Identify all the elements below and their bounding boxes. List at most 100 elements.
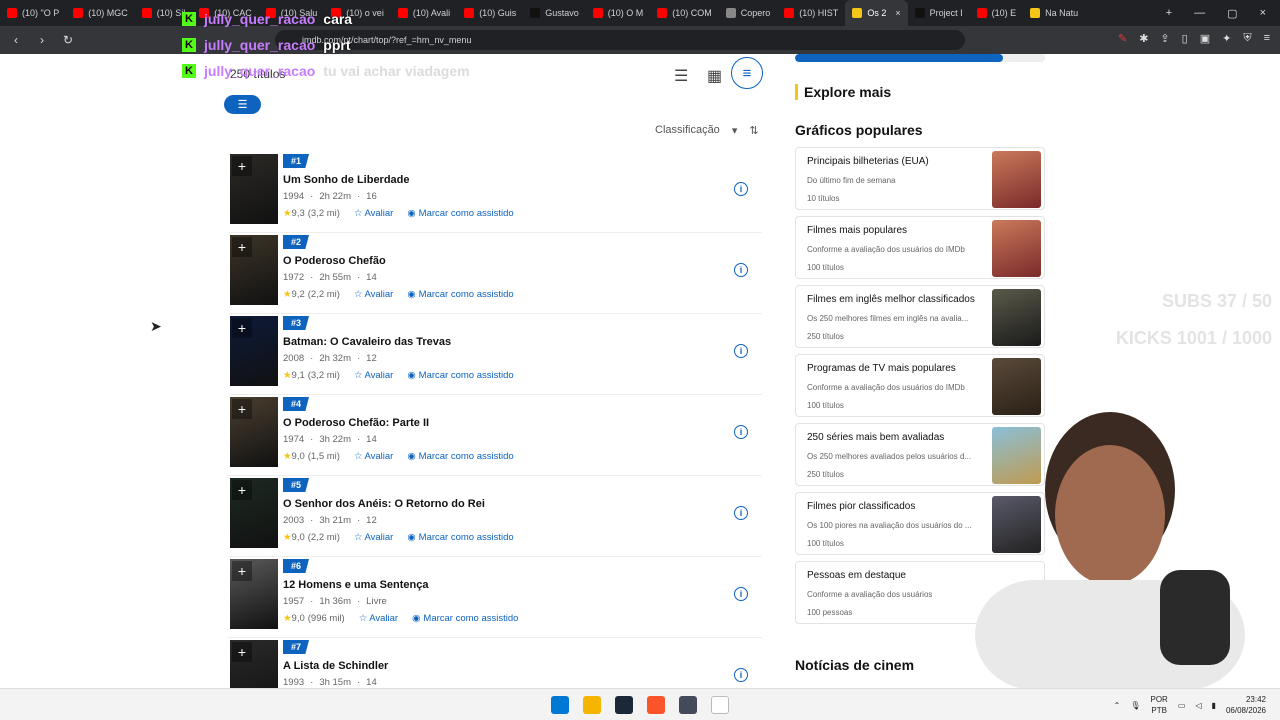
movie-poster[interactable]: + [230,478,278,548]
forward-icon[interactable]: › [32,33,52,47]
mark-watched-button[interactable]: ◉ Marcar como assistido [407,451,513,462]
list-view-icon[interactable]: ☰ [674,66,688,86]
wallet-icon[interactable]: ▣ [1200,32,1210,45]
tab-favicon-icon [530,8,541,18]
movie-title[interactable]: Batman: O Cavaleiro das Trevas [283,336,451,348]
browser-tab[interactable]: Project I [908,0,970,26]
info-icon[interactable]: i [734,587,748,601]
extension-icon[interactable]: ✎ [1118,32,1127,45]
battery-icon[interactable]: ▮ [1212,701,1216,710]
share-icon[interactable]: ⇪ [1160,32,1169,45]
movie-title[interactable]: A Lista de Schindler [283,660,388,672]
mark-watched-button[interactable]: ◉ Marcar como assistido [407,532,513,543]
obs-icon[interactable] [679,695,697,714]
add-to-watchlist-icon[interactable]: + [232,318,252,338]
windows-start-icon[interactable] [551,695,569,714]
browser-tab[interactable]: Gustavo [523,0,586,26]
network-icon[interactable]: ▭ [1178,701,1186,710]
rate-button[interactable]: ☆ Avaliar [354,370,393,381]
new-tab-button[interactable]: + [1166,7,1172,20]
puzzle-icon[interactable]: ✱ [1139,32,1148,45]
star-icon: ★ [283,451,292,462]
browser-tab[interactable]: Os 2 × [845,0,908,26]
notepad-icon[interactable] [711,695,729,714]
progress-bar [795,54,1045,62]
mark-watched-button[interactable]: ◉ Marcar como assistido [407,370,513,381]
reload-icon[interactable]: ↻ [58,33,78,47]
chevron-up-icon[interactable]: ⌃ [1114,701,1121,710]
clock[interactable]: 23:42 06/08/2026 [1226,694,1266,716]
rate-button[interactable]: ☆ Avaliar [359,613,398,624]
mark-watched-button[interactable]: ◉ Marcar como assistido [407,208,513,219]
language-indicator[interactable]: POR PTB [1150,694,1167,716]
info-icon[interactable]: i [734,344,748,358]
movie-title[interactable]: Um Sonho de Liberdade [283,174,410,186]
add-to-watchlist-icon[interactable]: + [232,237,252,257]
movie-poster[interactable]: + [230,559,278,629]
filter-button[interactable]: ☰ [224,95,261,114]
ai-icon[interactable]: ✦ [1222,32,1231,45]
add-to-watchlist-icon[interactable]: + [232,156,252,176]
chart-card[interactable]: Principais bilheterias (EUA) Do último fi… [795,147,1045,210]
sidebar-icon[interactable]: ▯ [1182,32,1188,45]
tab-label: (10) O M [607,8,644,18]
system-tray: ⌃ 🎙 POR PTB ▭ ◁ ▮ 23:42 06/08/2026 [1114,694,1266,716]
movie-title[interactable]: O Senhor dos Anéis: O Retorno do Rei [283,498,485,510]
add-to-watchlist-icon[interactable]: + [232,642,252,662]
add-to-watchlist-icon[interactable]: + [232,561,252,581]
info-icon[interactable]: i [734,506,748,520]
tab-close-icon[interactable]: × [895,8,900,18]
brave-browser-icon[interactable] [647,695,665,714]
movie-poster[interactable]: + [230,316,278,386]
sort-order-icon[interactable]: ⇅ [749,124,758,137]
info-icon[interactable]: i [734,182,748,196]
browser-tab[interactable]: Na Natu [1023,0,1085,26]
browser-tab[interactable]: (10) HIST [777,0,845,26]
back-icon[interactable]: ‹ [6,33,26,47]
movie-title[interactable]: O Poderoso Chefão [283,255,386,267]
browser-tab[interactable]: (10) MGC [66,0,135,26]
chart-card[interactable]: Filmes em inglês melhor classificados Os … [795,285,1045,348]
chart-card[interactable]: Filmes mais populares Conforme a avaliaçã… [795,216,1045,279]
shield-icon[interactable]: ⛨ [1243,32,1251,45]
mark-watched-button[interactable]: ◉ Marcar como assistido [412,613,518,624]
compact-view-button[interactable]: ≡ [731,57,763,89]
filter-icon: ☰ [237,99,248,111]
rate-button[interactable]: ☆ Avaliar [354,208,393,219]
mic-icon[interactable]: 🎙 [1130,701,1140,710]
browser-tab[interactable]: (10) "O P [0,0,66,26]
sort-label: Classificação [655,124,720,136]
movie-poster[interactable]: + [230,397,278,467]
movie-poster[interactable]: + [230,154,278,224]
steam-icon[interactable] [615,695,633,714]
info-icon[interactable]: i [734,425,748,439]
watched-label: Marcar como assistido [423,613,519,624]
browser-menu-icon[interactable]: ≡ [1264,32,1270,45]
close-window-icon[interactable]: × [1260,7,1266,20]
grid-view-icon[interactable]: ▦ [707,66,722,86]
rate-button[interactable]: ☆ Avaliar [354,532,393,543]
maximize-icon[interactable]: ▢ [1227,7,1237,20]
rank-badge: #3 [283,316,310,330]
window-controls: + — ▢ × [1166,7,1280,20]
add-to-watchlist-icon[interactable]: + [232,480,252,500]
file-explorer-icon[interactable] [583,695,601,714]
browser-tab[interactable]: (10) E [970,0,1024,26]
info-icon[interactable]: i [734,668,748,682]
rate-button[interactable]: ☆ Avaliar [354,451,393,462]
sort-control[interactable]: Classificação ▾ ⇅ [655,124,759,137]
browser-tab[interactable]: (10) O M [586,0,651,26]
browser-tab[interactable]: (10) COM [650,0,719,26]
minimize-icon[interactable]: — [1194,7,1205,20]
mark-watched-button[interactable]: ◉ Marcar como assistido [407,289,513,300]
star-outline-icon: ☆ [358,613,368,624]
info-icon[interactable]: i [734,263,748,277]
browser-tab[interactable]: Copero [719,0,778,26]
watched-label: Marcar como assistido [418,532,514,543]
add-to-watchlist-icon[interactable]: + [232,399,252,419]
rate-button[interactable]: ☆ Avaliar [354,289,393,300]
movie-title[interactable]: O Poderoso Chefão: Parte II [283,417,429,429]
movie-poster[interactable]: + [230,235,278,305]
movie-title[interactable]: 12 Homens e uma Sentença [283,579,429,591]
volume-icon[interactable]: ◁ [1195,701,1201,710]
